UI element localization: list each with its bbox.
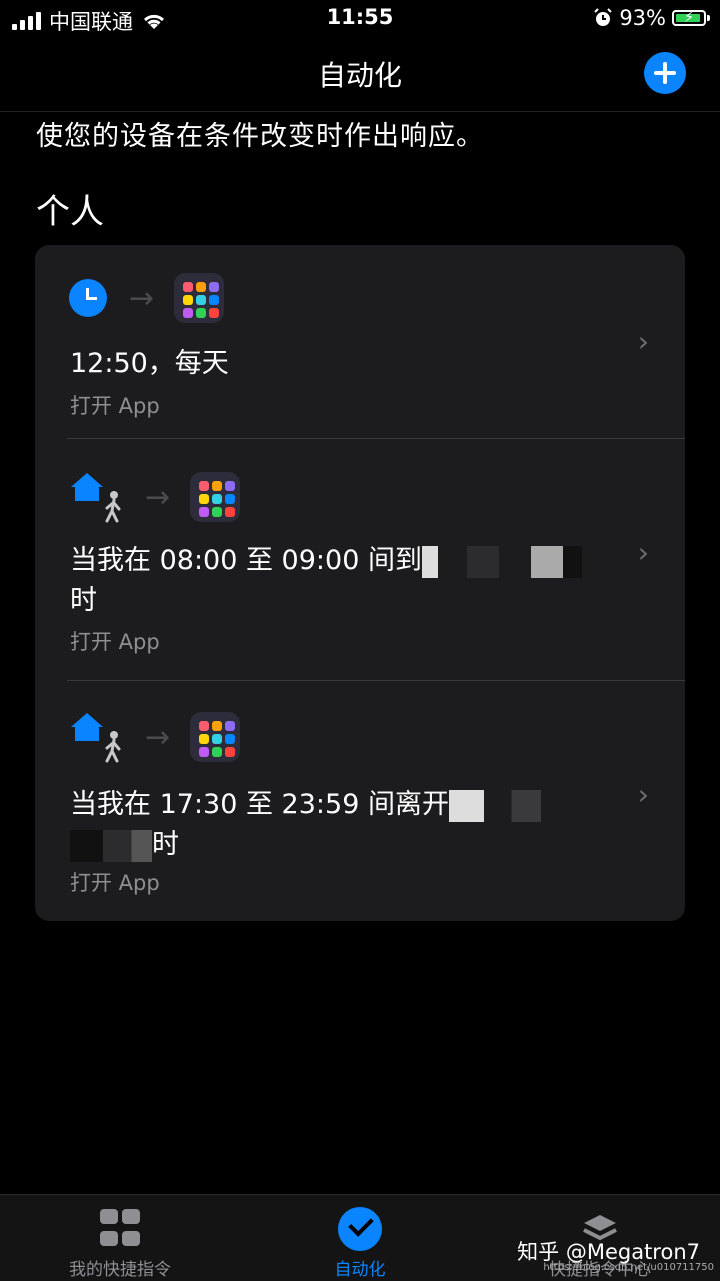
automation-title: 12:50，每天: [70, 348, 229, 379]
home-leave-icon: [69, 709, 125, 765]
automation-row[interactable]: → 当我在 17:30 至 23:59 间离开 时 打开 App ›: [35, 681, 685, 921]
alarm-icon: [594, 8, 613, 26]
redacted-location: [448, 789, 541, 822]
battery-icon: ⚡: [672, 8, 710, 26]
automation-title: 当我在 17:30 至 23:59 间离开 时: [70, 785, 630, 865]
automation-title-suffix: 时: [70, 585, 97, 616]
tab-automation[interactable]: 自动化: [240, 1195, 480, 1281]
watermark-url: https://blog.csdn.net/u010711750: [543, 1262, 714, 1273]
tab-label: 我的快捷指令: [69, 1260, 171, 1280]
checkmark-icon: [338, 1207, 382, 1251]
automation-action: 打开 App: [70, 394, 160, 418]
tab-my-shortcuts[interactable]: 我的快捷指令: [0, 1195, 240, 1281]
battery-percent: 93%: [619, 6, 666, 30]
add-automation-button[interactable]: [644, 52, 686, 94]
automation-title-prefix: 当我在 08:00 至 09:00 间到: [70, 545, 422, 576]
automation-title-suffix: 时: [152, 829, 179, 860]
apps-icon: [190, 712, 241, 762]
arrow-right-icon: →: [145, 479, 171, 515]
arrow-right-icon: →: [129, 280, 155, 316]
automation-list: → 12:50，每天 打开 App › → 当我在 08:00 至 09:00 …: [35, 245, 685, 921]
automation-title: 当我在 08:00 至 09:00 间到 时: [70, 541, 630, 621]
status-right: 93% ⚡: [593, 6, 710, 30]
apps-icon: [174, 273, 225, 323]
apps-icon: [190, 472, 241, 522]
tab-label: 自动化: [334, 1260, 386, 1280]
chevron-right-icon: ›: [637, 778, 649, 811]
chevron-right-icon: ›: [637, 536, 649, 569]
status-bar: 中国联通 11:55 93% ⚡: [0, 0, 720, 36]
automation-row[interactable]: → 当我在 08:00 至 09:00 间到 时 打开 App ›: [35, 439, 685, 680]
navigation-bar: 自动化: [0, 36, 720, 112]
redacted-location: [421, 545, 582, 578]
charging-bolt-icon: ⚡: [683, 8, 695, 26]
automation-icons: →: [69, 709, 241, 765]
page-title: 自动化: [317, 59, 402, 92]
automation-row[interactable]: → 12:50，每天 打开 App ›: [35, 245, 685, 439]
arrow-right-icon: →: [145, 719, 171, 755]
redacted-location: [70, 829, 152, 862]
page-subtitle: 使您的设备在条件改变时作出响应。: [36, 121, 484, 152]
home-arrive-icon: [69, 469, 125, 525]
chevron-right-icon: ›: [637, 325, 649, 358]
automation-title-prefix: 当我在 17:30 至 23:59 间离开: [70, 789, 449, 820]
automation-action: 打开 App: [70, 871, 160, 895]
automation-icons: →: [69, 469, 241, 525]
automation-icons: →: [69, 273, 225, 323]
grid-icon: [100, 1209, 140, 1249]
clock-icon: [69, 279, 107, 317]
automation-action: 打开 App: [70, 630, 160, 654]
section-title: 个人: [36, 192, 104, 232]
